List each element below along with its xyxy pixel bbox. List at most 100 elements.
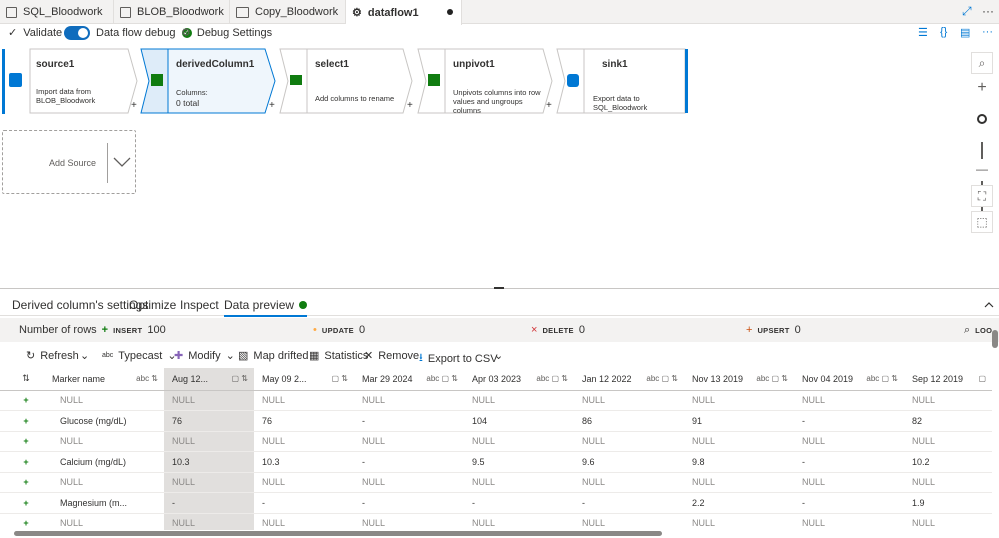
typecast-button[interactable]: abc Typecast ⌄ xyxy=(102,349,177,363)
table-cell[interactable]: 2.2 xyxy=(684,492,794,514)
code-view-icon[interactable]: ☰ xyxy=(918,26,928,39)
expand-icon[interactable]: ⤢ xyxy=(962,4,972,19)
table-cell[interactable]: - xyxy=(164,492,254,514)
table-cell[interactable]: 1.9 xyxy=(904,492,992,514)
table-cell[interactable]: 9.6 xyxy=(574,451,684,473)
table-cell[interactable]: - xyxy=(574,492,684,514)
table-cell[interactable]: 9.5 xyxy=(464,451,574,473)
table-cell[interactable]: NULL xyxy=(574,513,684,530)
tab-optimize[interactable]: Optimize xyxy=(129,298,176,312)
table-cell[interactable]: NULL xyxy=(254,431,354,452)
column-header[interactable]: Apr 03 2023 abc ▢ ⇅ xyxy=(464,368,574,391)
table-cell[interactable]: 76 xyxy=(254,410,354,432)
debug-toggle[interactable] xyxy=(64,26,90,40)
zoom-out-icon[interactable]: — xyxy=(971,159,993,181)
chevron-down-icon[interactable]: ⌄ xyxy=(494,349,503,362)
table-cell[interactable]: NULL xyxy=(354,390,464,411)
more-options-icon[interactable]: ··· xyxy=(982,26,993,38)
tab-dataflow1[interactable]: ⚙ dataflow1 xyxy=(346,0,462,25)
table-cell[interactable]: NULL xyxy=(904,390,992,411)
table-cell[interactable]: NULL xyxy=(574,390,684,411)
table-cell[interactable]: - xyxy=(794,492,904,514)
table-cell[interactable]: NULL xyxy=(354,431,464,452)
table-cell[interactable]: NULL xyxy=(464,513,574,530)
data-preview-grid[interactable]: ⇅ Marker name abc ⇅ Aug 12... ▢ ⇅ May 09 2… xyxy=(0,368,992,530)
table-cell[interactable]: NULL xyxy=(464,390,574,411)
export-csv-button[interactable]: ⭳ Export to CSV xyxy=(419,349,498,368)
table-cell[interactable]: NULL xyxy=(684,513,794,530)
tab-copy-bloodwork[interactable]: Copy_Bloodwork xyxy=(230,0,346,24)
table-cell[interactable]: NULL xyxy=(574,472,684,493)
horizontal-scrollbar[interactable] xyxy=(14,531,662,536)
table-cell[interactable]: NULL xyxy=(904,513,992,530)
table-cell[interactable]: 76 xyxy=(164,410,254,432)
table-cell[interactable]: NULL xyxy=(684,390,794,411)
node-derived-column[interactable]: derivedColumn1 Columns: 0 total xyxy=(172,50,268,112)
table-cell[interactable]: NULL xyxy=(794,431,904,452)
add-transform-plus[interactable]: + xyxy=(546,100,552,111)
column-header[interactable]: Aug 12... ▢ ⇅ xyxy=(164,368,254,391)
column-header[interactable]: Nov 04 2019 abc ▢ ⇅ xyxy=(794,368,904,391)
table-cell[interactable]: NULL xyxy=(52,472,164,493)
table-row[interactable]: + Glucose (mg/dL) 76 76-104 86 91-82 xyxy=(0,410,992,432)
table-cell[interactable]: NULL xyxy=(794,472,904,493)
search-canvas-icon[interactable]: ⌕ xyxy=(971,52,993,74)
table-cell[interactable]: NULL xyxy=(904,472,992,493)
column-header[interactable]: May 09 2... ▢ ⇅ xyxy=(254,368,354,391)
table-cell[interactable]: 86 xyxy=(574,410,684,432)
add-transform-plus[interactable]: + xyxy=(407,100,413,111)
table-cell[interactable]: NULL xyxy=(794,390,904,411)
table-cell[interactable]: NULL xyxy=(464,472,574,493)
table-cell[interactable]: - xyxy=(354,410,464,432)
sort-icon[interactable]: ⇅ xyxy=(0,368,52,391)
chevron-down-icon[interactable] xyxy=(113,157,131,167)
tab-inspect[interactable]: Inspect xyxy=(180,298,219,312)
table-cell[interactable]: 104 xyxy=(464,410,574,432)
properties-icon[interactable]: ▤ xyxy=(960,26,970,39)
chevron-down-icon[interactable]: ⌄ xyxy=(80,349,89,362)
refresh-button[interactable]: ↻ Refresh xyxy=(26,349,79,363)
column-header[interactable]: Marker name abc ⇅ xyxy=(52,368,164,391)
vertical-scrollbar[interactable] xyxy=(992,330,998,348)
table-cell[interactable]: NULL xyxy=(52,431,164,452)
table-cell[interactable]: - xyxy=(354,492,464,514)
statistics-button[interactable]: ▦ Statistics xyxy=(309,349,368,363)
table-cell[interactable]: NULL xyxy=(254,472,354,493)
add-transform-plus[interactable]: + xyxy=(131,100,137,111)
table-cell[interactable]: Calcium (mg/dL) xyxy=(52,451,164,473)
table-cell[interactable]: 10.3 xyxy=(254,451,354,473)
tab-data-preview[interactable]: Data preview xyxy=(224,298,308,317)
table-cell[interactable]: - xyxy=(464,492,574,514)
column-header[interactable]: Mar 29 2024 abc ▢ ⇅ xyxy=(354,368,464,391)
table-cell[interactable]: 91 xyxy=(684,410,794,432)
node-select1[interactable]: select1 Add columns to rename xyxy=(311,50,407,112)
table-cell[interactable]: NULL xyxy=(164,390,254,411)
table-cell[interactable]: 9.8 xyxy=(684,451,794,473)
splitter-grip[interactable] xyxy=(494,287,504,289)
zoom-in-icon[interactable]: + xyxy=(971,78,993,100)
table-cell[interactable]: NULL xyxy=(254,390,354,411)
table-cell[interactable]: NULL xyxy=(684,472,794,493)
node-sink1[interactable]: sink1 Export data to SQL_Bloodwork xyxy=(588,50,684,112)
table-cell[interactable]: NULL xyxy=(354,513,464,530)
node-source1[interactable]: source1 Import data from BLOB_Bloodwork xyxy=(34,50,130,112)
table-cell[interactable]: - xyxy=(254,492,354,514)
table-row[interactable]: + NULL NULL NULL NULL NULL NULL NULL NULL NULL xyxy=(0,431,992,452)
table-cell[interactable]: 82 xyxy=(904,410,992,432)
table-row[interactable]: + NULL NULL NULL NULL NULL NULL NULL NULL NULL xyxy=(0,513,992,530)
modify-button[interactable]: ✚ Modify ⌄ xyxy=(174,349,235,363)
table-cell[interactable]: NULL xyxy=(794,513,904,530)
fit-to-screen-icon[interactable]: ⛶ xyxy=(971,185,993,207)
table-cell[interactable]: - xyxy=(354,451,464,473)
remove-button[interactable]: ✕ Remove xyxy=(364,349,419,363)
table-cell[interactable]: NULL xyxy=(52,390,164,411)
collapse-panel-icon[interactable] xyxy=(984,302,994,308)
table-cell[interactable]: NULL xyxy=(164,472,254,493)
table-row[interactable]: + Calcium (mg/dL) 10.3 10.3-9.5 9.6 9.8-10.2 xyxy=(0,451,992,473)
table-cell[interactable]: 10.2 xyxy=(904,451,992,473)
column-header[interactable]: Sep 12 2019 ▢ xyxy=(904,368,992,391)
dataflow-canvas[interactable]: source1 Import data from BLOB_Bloodwork … xyxy=(0,44,999,288)
debug-settings-button[interactable]: ⚙ Debug Settings xyxy=(181,26,272,40)
select-mode-icon[interactable]: ⬚ xyxy=(971,211,993,233)
node-unpivot1[interactable]: unpivot1 Unpivots columns into row value… xyxy=(449,50,545,115)
